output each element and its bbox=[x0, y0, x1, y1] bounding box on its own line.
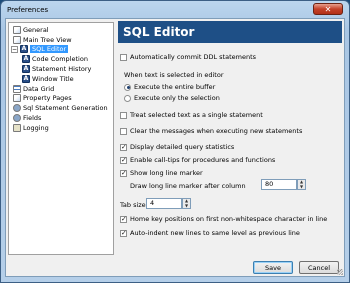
long-line-marker-checkbox[interactable]: Show long line marker bbox=[120, 169, 203, 177]
page-icon bbox=[13, 25, 21, 34]
stepper-down-icon[interactable]: ▼ bbox=[298, 184, 305, 190]
dialog-client: General Main Tree View − A SQL Editor A … bbox=[5, 18, 345, 277]
selected-text-label: When text is selected in editor bbox=[124, 71, 224, 79]
tab-size-label: Tab size bbox=[120, 201, 146, 209]
tree-item-label: Statement History bbox=[32, 65, 92, 74]
treat-single-statement-checkbox[interactable]: Treat selected text as a single statemen… bbox=[120, 111, 263, 119]
log-icon bbox=[13, 123, 21, 132]
checkbox-box[interactable] bbox=[120, 143, 127, 151]
tree-item-window-title[interactable]: A Window Title bbox=[9, 74, 113, 84]
checkbox-box[interactable] bbox=[120, 229, 127, 237]
tree-item-main-tree-view[interactable]: Main Tree View bbox=[9, 35, 113, 45]
tree-item-label: Code Completion bbox=[32, 55, 88, 64]
page-icon bbox=[13, 35, 21, 44]
close-icon: ✕ bbox=[324, 4, 332, 14]
tree-item-label: Main Tree View bbox=[23, 35, 72, 44]
tree-item-label: Window Title bbox=[32, 74, 74, 83]
execute-selection-label: Execute only the selection bbox=[134, 94, 220, 102]
call-tips-checkbox[interactable]: Enable call-tips for procedures and func… bbox=[120, 156, 275, 164]
save-button[interactable]: Save bbox=[253, 261, 293, 274]
radio-button[interactable] bbox=[124, 83, 131, 91]
collapse-expander[interactable]: − bbox=[11, 45, 18, 53]
checkbox-box[interactable] bbox=[120, 215, 127, 223]
tree-item-sql-statement-generation[interactable]: Sql Statement Generation bbox=[9, 103, 113, 113]
long-line-marker-label: Show long line marker bbox=[130, 169, 203, 177]
tree-item-label: Sql Statement Generation bbox=[23, 104, 108, 113]
tab-size-input[interactable]: 4 bbox=[146, 198, 182, 209]
execute-entire-buffer-label: Execute the entire buffer bbox=[134, 83, 216, 91]
checkbox-box[interactable] bbox=[120, 156, 127, 164]
preferences-tree[interactable]: General Main Tree View − A SQL Editor A … bbox=[8, 22, 114, 255]
tree-item-logging[interactable]: Logging bbox=[9, 123, 113, 133]
auto-indent-checkbox[interactable]: Auto-indent new lines to same level as p… bbox=[120, 229, 300, 237]
a-icon: A bbox=[22, 65, 30, 74]
treat-single-statement-label: Treat selected text as a single statemen… bbox=[130, 111, 263, 119]
tree-item-label: Fields bbox=[23, 114, 42, 123]
gear-icon bbox=[13, 104, 21, 113]
radio-button[interactable] bbox=[124, 94, 131, 102]
long-line-column-input[interactable]: 80 bbox=[261, 179, 297, 190]
title-bar[interactable]: Preferences ✕ bbox=[1, 1, 349, 18]
stepper-down-icon[interactable]: ▼ bbox=[183, 203, 190, 209]
detailed-stats-label: Display detailed query statistics bbox=[130, 143, 235, 151]
checkbox-box[interactable] bbox=[120, 53, 127, 61]
tree-item-fields[interactable]: Fields bbox=[9, 113, 113, 123]
tree-item-label: Data Grid bbox=[23, 84, 55, 93]
close-button[interactable]: ✕ bbox=[313, 3, 343, 15]
tree-item-sql-editor[interactable]: − A SQL Editor bbox=[9, 45, 113, 55]
a-icon: A bbox=[20, 45, 28, 54]
tree-item-label: General bbox=[23, 25, 49, 34]
gear-icon bbox=[13, 114, 21, 123]
clear-messages-label: Clear the messages when executing new st… bbox=[130, 127, 303, 135]
tree-item-data-grid[interactable]: Data Grid bbox=[9, 84, 113, 94]
a-icon: A bbox=[22, 55, 30, 64]
tree-item-property-pages[interactable]: Property Pages bbox=[9, 94, 113, 104]
long-line-column-stepper[interactable]: ▲ ▼ bbox=[297, 179, 306, 190]
checkbox-box[interactable] bbox=[120, 169, 127, 177]
resize-grip-icon[interactable] bbox=[337, 269, 343, 275]
checkbox-box[interactable] bbox=[120, 127, 127, 135]
panel-title: SQL Editor bbox=[118, 21, 342, 43]
auto-commit-label: Automatically commit DDL statements bbox=[130, 53, 257, 61]
tree-item-general[interactable]: General bbox=[9, 25, 113, 35]
home-key-label: Home key positions on first non-whitespa… bbox=[130, 215, 328, 223]
home-key-checkbox[interactable]: Home key positions on first non-whitespa… bbox=[120, 215, 327, 223]
grid-icon bbox=[13, 84, 21, 93]
a-icon: A bbox=[22, 74, 30, 83]
clear-messages-checkbox[interactable]: Clear the messages when executing new st… bbox=[120, 127, 302, 135]
detailed-stats-checkbox[interactable]: Display detailed query statistics bbox=[120, 143, 234, 151]
page-icon bbox=[13, 94, 21, 103]
auto-commit-checkbox[interactable]: Automatically commit DDL statements bbox=[120, 53, 256, 61]
preferences-window: Preferences ✕ General Main Tree View − A… bbox=[0, 0, 350, 283]
tree-item-label: Logging bbox=[23, 123, 49, 132]
tree-item-label: Property Pages bbox=[23, 94, 72, 103]
cancel-button[interactable]: Cancel bbox=[299, 261, 339, 274]
draw-after-label: Draw long line marker after column bbox=[130, 182, 246, 190]
execute-entire-buffer-radio[interactable]: Execute the entire buffer bbox=[124, 83, 215, 91]
window-title: Preferences bbox=[7, 5, 49, 14]
tree-item-label: SQL Editor bbox=[30, 45, 69, 54]
tab-size-stepper[interactable]: ▲ ▼ bbox=[182, 198, 191, 209]
execute-selection-radio[interactable]: Execute only the selection bbox=[124, 94, 220, 102]
tree-item-code-completion[interactable]: A Code Completion bbox=[9, 54, 113, 64]
settings-panel: SQL Editor Automatically commit DDL stat… bbox=[118, 21, 342, 257]
checkbox-box[interactable] bbox=[120, 111, 127, 119]
tree-item-statement-history[interactable]: A Statement History bbox=[9, 64, 113, 74]
auto-indent-label: Auto-indent new lines to same level as p… bbox=[130, 229, 300, 237]
call-tips-label: Enable call-tips for procedures and func… bbox=[130, 156, 276, 164]
